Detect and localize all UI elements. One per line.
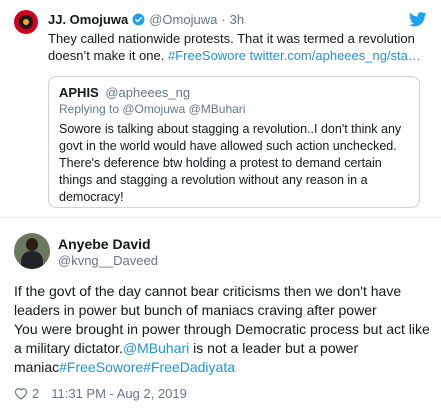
avatar-body (21, 251, 43, 269)
mention-mbuhari-link[interactable]: @MBuhari (123, 340, 189, 356)
quoted-tweet-card[interactable]: JJ. Omojuwa @Omojuwa · 3h They called na… (0, 0, 441, 218)
replying-mention-omojuwa: @Omojuwa (122, 102, 186, 116)
replying-prefix: Replying to (59, 102, 123, 116)
quote-author-name: APHIS (59, 85, 99, 100)
top-tweet-time[interactable]: 3h (230, 12, 244, 27)
quote-replying-to: Replying to @Omojuwa @MBuhari (59, 102, 245, 116)
anyebe-avatar[interactable] (14, 233, 50, 269)
omojuwa-avatar[interactable] (14, 10, 38, 34)
avatar-head (26, 238, 38, 251)
main-tweet-text: If the govt of the day cannot bear criti… (14, 282, 434, 377)
embedded-quote[interactable]: APHIS @apheees_ng Replying to @Omojuwa @… (48, 76, 420, 208)
quoted-url-link[interactable]: twitter.com/apheees_ng/sta… (250, 48, 421, 63)
separator-dot: · (221, 12, 226, 27)
heart-icon[interactable] (14, 387, 28, 400)
tweet-footer: 2 11:31 PM - Aug 2, 2019 (14, 386, 187, 401)
quote-text: Sowore is talking about stagging a revol… (59, 122, 402, 204)
top-tweet-text: They called nationwide protests. That it… (48, 30, 428, 64)
main-author-handle[interactable]: @kvng__Daveed (58, 253, 158, 268)
main-author-name[interactable]: Anyebe David (58, 236, 151, 252)
like-count[interactable]: 2 (32, 386, 39, 401)
verified-badge-icon (132, 13, 145, 26)
hashtags-link[interactable]: #FreeSowore#FreeDadiyata (59, 359, 235, 375)
top-author-name[interactable]: JJ. Omojuwa (48, 12, 128, 27)
replying-mention-mbuhari: @MBuhari (188, 102, 246, 116)
quote-author-handle: @apheees_ng (105, 85, 191, 100)
top-tweet-header: JJ. Omojuwa @Omojuwa · 3h (48, 12, 244, 27)
quote-header: APHIS @apheees_ng (59, 85, 190, 100)
hashtag-freesowore-link[interactable]: #FreeSowore (168, 48, 246, 63)
tweet-timestamp[interactable]: 11:31 PM - Aug 2, 2019 (51, 386, 187, 401)
top-author-handle[interactable]: @Omojuwa (149, 12, 217, 27)
twitter-bird-icon[interactable] (409, 12, 427, 27)
